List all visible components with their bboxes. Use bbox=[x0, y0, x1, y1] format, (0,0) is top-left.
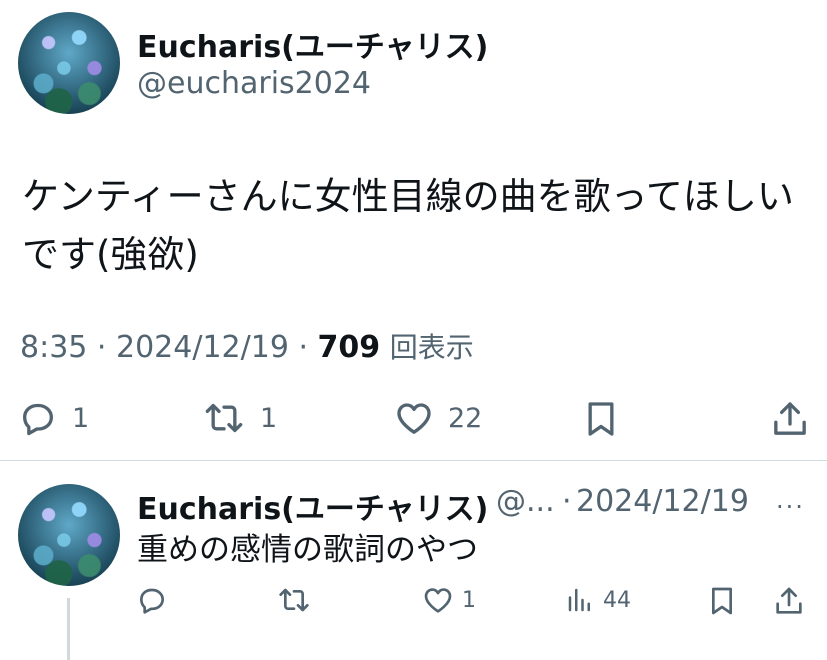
retweet-button[interactable]: 1 bbox=[202, 398, 277, 438]
like-count: 22 bbox=[448, 402, 483, 434]
reply-display-name[interactable]: Eucharis(ユーチャリス) bbox=[137, 484, 488, 528]
author-display-name[interactable]: Eucharis(ユーチャリス) bbox=[137, 22, 488, 66]
tweet-text: ケンティーさんに女性目線の曲を歌ってほしいです(強欲) bbox=[22, 175, 794, 276]
separator: · bbox=[96, 330, 116, 365]
views-count[interactable]: 709 bbox=[318, 330, 381, 365]
bookmark-button[interactable] bbox=[581, 398, 621, 440]
tweet-time[interactable]: 8:35 bbox=[20, 330, 87, 365]
reply-handle[interactable]: @... bbox=[496, 484, 555, 519]
like-icon bbox=[397, 403, 431, 434]
separator: · bbox=[562, 484, 572, 519]
bookmark-icon bbox=[712, 587, 732, 615]
retweet-count: 1 bbox=[260, 402, 278, 434]
reply-like-button[interactable]: 1 bbox=[422, 584, 476, 616]
reply-views-count: 44 bbox=[603, 587, 631, 613]
like-icon bbox=[424, 588, 452, 613]
reply-icon bbox=[23, 403, 53, 436]
avatar[interactable] bbox=[18, 12, 120, 114]
views-label[interactable]: 回表示 bbox=[390, 331, 474, 364]
bookmark-icon bbox=[588, 402, 614, 436]
reply-date[interactable]: 2024/12/19 bbox=[576, 484, 749, 519]
more-icon[interactable]: ··· bbox=[776, 493, 805, 521]
reply-avatar[interactable] bbox=[18, 484, 120, 586]
reply-text: 重めの感情の歌詞のやつ bbox=[137, 532, 478, 568]
reply-views-button[interactable]: 44 bbox=[565, 584, 631, 616]
tweet-date[interactable]: 2024/12/19 bbox=[116, 330, 289, 365]
tweet-meta: 8:35 · 2024/12/19 · 709 回表示 bbox=[20, 326, 474, 366]
retweet-icon bbox=[205, 403, 243, 433]
views-icon bbox=[568, 588, 590, 612]
share-icon bbox=[776, 587, 802, 614]
share-button[interactable] bbox=[770, 398, 810, 440]
reply-icon bbox=[140, 588, 164, 614]
reply-share-button[interactable] bbox=[773, 584, 805, 618]
author-handle[interactable]: @eucharis2024 bbox=[137, 66, 371, 101]
separator: · bbox=[298, 330, 318, 365]
reply-like-count: 1 bbox=[462, 587, 476, 613]
reply-bookmark-button[interactable] bbox=[706, 584, 738, 618]
divider bbox=[0, 460, 827, 461]
retweet-icon bbox=[279, 588, 309, 612]
share-icon bbox=[774, 402, 806, 435]
like-button[interactable]: 22 bbox=[394, 398, 482, 438]
thread-line bbox=[67, 598, 70, 660]
reply-count: 1 bbox=[72, 402, 90, 434]
reply-button[interactable]: 1 bbox=[18, 398, 89, 438]
reply-retweet-button[interactable] bbox=[276, 584, 312, 616]
reply-reply-button[interactable] bbox=[136, 584, 168, 616]
